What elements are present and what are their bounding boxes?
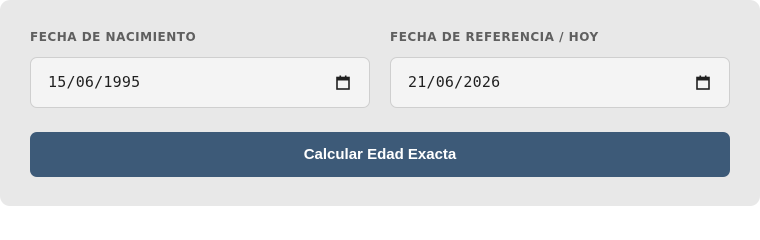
calendar-icon[interactable] (336, 75, 350, 90)
calculate-age-button[interactable]: Calcular Edad Exacta (30, 132, 730, 177)
age-calculator-card: FECHA DE NACIMIENTO 15/06/1995 FECHA DE … (0, 0, 760, 206)
birth-date-label: FECHA DE NACIMIENTO (30, 30, 197, 44)
birth-date-value[interactable]: 15/06/1995 (48, 73, 140, 91)
reference-date-label: FECHA DE REFERENCIA / HOY (390, 30, 599, 44)
birth-date-input[interactable]: 15/06/1995 (30, 57, 370, 108)
reference-date-value[interactable]: 21/06/2026 (408, 73, 500, 91)
calendar-icon[interactable] (696, 75, 710, 90)
calculate-age-button-label: Calcular Edad Exacta (303, 146, 457, 163)
reference-date-input[interactable]: 21/06/2026 (390, 57, 730, 108)
